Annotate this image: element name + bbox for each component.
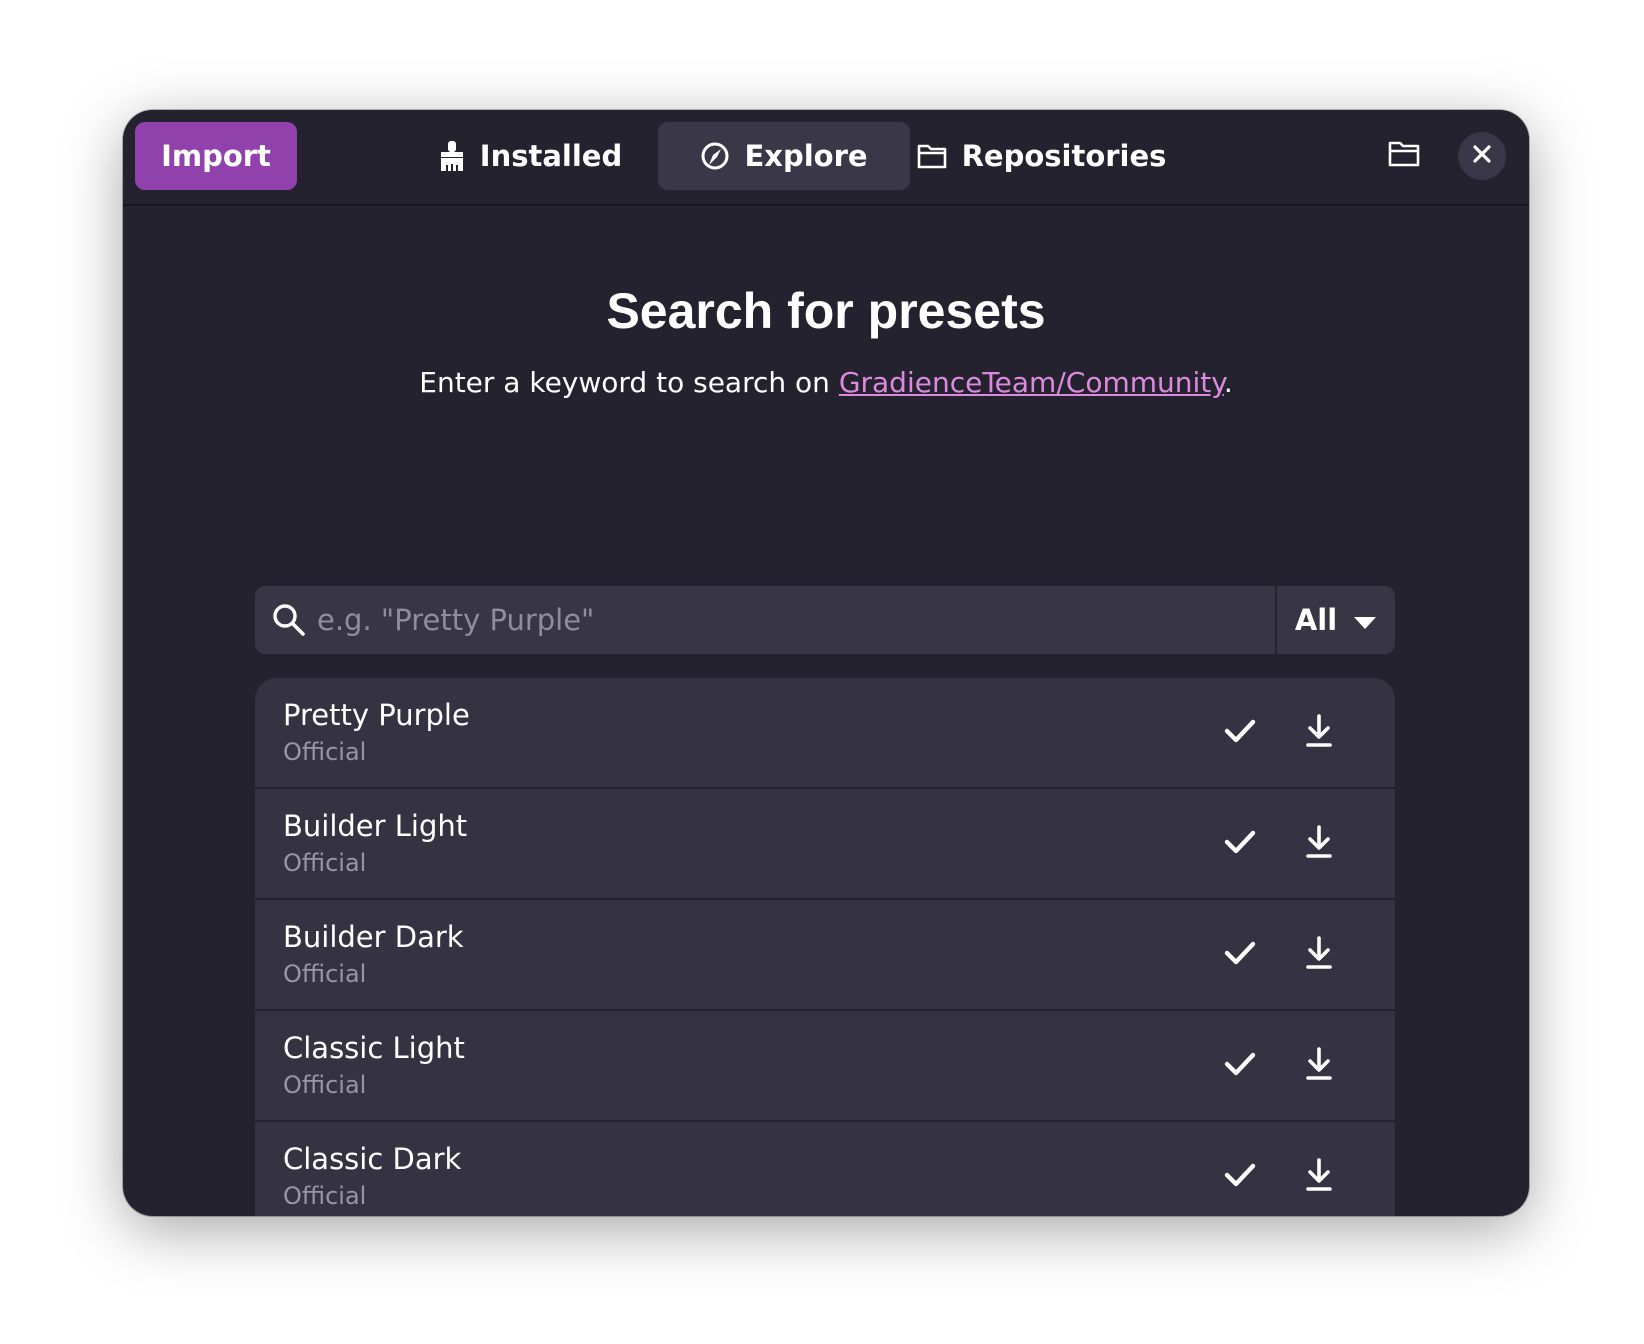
close-icon [1473, 145, 1491, 167]
download-preset-button[interactable] [1296, 1154, 1342, 1200]
apply-preset-button[interactable] [1217, 1154, 1263, 1200]
brush-icon [438, 140, 466, 172]
preset-source: Official [283, 960, 367, 988]
download-icon [1305, 1047, 1333, 1085]
apply-preset-button[interactable] [1217, 932, 1263, 978]
check-icon [1224, 1162, 1256, 1192]
import-button[interactable]: Import [135, 122, 297, 190]
preset-name: Classic Dark [283, 1142, 462, 1176]
close-button[interactable] [1458, 132, 1506, 180]
check-icon [1224, 829, 1256, 859]
apply-preset-button[interactable] [1217, 1043, 1263, 1089]
preset-name: Builder Dark [283, 920, 464, 954]
search-bar: All [255, 586, 1395, 654]
source-filter-dropdown[interactable]: All [1277, 586, 1395, 654]
preset-source: Official [283, 738, 367, 766]
page-title: Search for presets [606, 283, 1046, 339]
community-repo-link[interactable]: GradienceTeam/Community [839, 366, 1224, 399]
open-folder-button[interactable] [1380, 132, 1428, 180]
download-preset-button[interactable] [1296, 821, 1342, 867]
download-icon [1305, 936, 1333, 974]
download-preset-button[interactable] [1296, 1043, 1342, 1089]
download-icon [1305, 825, 1333, 863]
check-icon [1224, 718, 1256, 748]
preset-name: Pretty Purple [283, 698, 470, 732]
preset-row[interactable]: Pretty Purple Official [255, 678, 1395, 789]
search-input[interactable] [317, 586, 1267, 654]
preset-row[interactable]: Classic Dark Official [255, 1122, 1395, 1216]
preset-source: Official [283, 849, 367, 877]
preset-name: Classic Light [283, 1031, 465, 1065]
tab-explore[interactable]: Explore [658, 122, 910, 190]
apply-preset-button[interactable] [1217, 821, 1263, 867]
check-icon [1224, 1051, 1256, 1081]
tab-repositories[interactable]: Repositories [917, 122, 1166, 190]
tab-installed-label: Installed [479, 139, 623, 173]
subtitle-suffix: . [1223, 366, 1233, 399]
apply-preset-button[interactable] [1217, 710, 1263, 756]
preset-row[interactable]: Classic Light Official [255, 1011, 1395, 1122]
headerbar: Import Installed Explore Repositories [123, 110, 1529, 206]
folder-icon [916, 142, 948, 170]
preset-source: Official [283, 1071, 367, 1099]
preset-name: Builder Light [283, 809, 468, 843]
search-icon [271, 602, 307, 642]
folder-icon [1387, 139, 1421, 173]
tab-installed[interactable]: Installed [433, 122, 627, 190]
preset-list: Pretty Purple Official Builder Light Offici… [255, 678, 1395, 1216]
preset-row[interactable]: Builder Dark Official [255, 900, 1395, 1011]
subtitle-text: Enter a keyword to search on [419, 366, 839, 399]
explore-page: Search for presets Enter a keyword to se… [123, 206, 1529, 1216]
check-icon [1224, 940, 1256, 970]
chevron-down-icon [1353, 603, 1377, 637]
download-preset-button[interactable] [1296, 932, 1342, 978]
filter-value: All [1294, 603, 1338, 637]
page-subtitle: Enter a keyword to search on GradienceTe… [123, 366, 1529, 399]
tab-explore-label: Explore [744, 139, 868, 173]
app-window: Import Installed Explore Repositories Se… [123, 110, 1529, 1216]
download-icon [1305, 1158, 1333, 1196]
download-icon [1305, 714, 1333, 752]
explore-icon [700, 141, 730, 171]
preset-row[interactable]: Builder Light Official [255, 789, 1395, 900]
preset-source: Official [283, 1182, 367, 1210]
tab-repositories-label: Repositories [961, 139, 1167, 173]
download-preset-button[interactable] [1296, 710, 1342, 756]
